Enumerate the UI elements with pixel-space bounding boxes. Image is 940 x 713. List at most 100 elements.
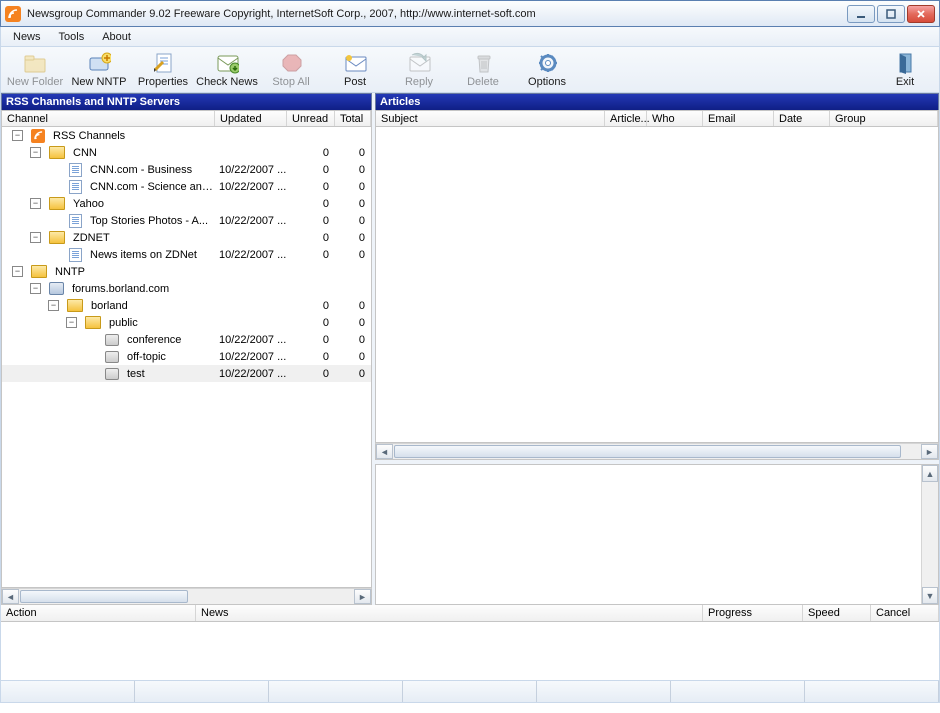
toolbar: New Folder New NNTP Properties Check New… [0,47,940,93]
check-news-icon [215,51,239,75]
tree-item-label: Yahoo [73,198,104,210]
scroll-left-button[interactable]: ◄ [2,589,19,604]
maximize-button[interactable] [877,5,905,23]
articles-list[interactable] [375,127,939,443]
rss-icon [31,129,45,143]
col-date[interactable]: Date [774,111,830,126]
tree-item-label: off-topic [127,351,166,363]
tree-item-unread: 0 [287,215,335,227]
scroll-right-button[interactable]: ► [921,444,938,459]
menu-tools[interactable]: Tools [51,29,93,45]
folder-icon [49,197,65,210]
stop-all-button: Stop All [259,49,323,90]
col-subject[interactable]: Subject [376,111,605,126]
collapse-button[interactable]: − [30,232,41,243]
col-progress[interactable]: Progress [703,605,803,621]
articles-hscroll[interactable]: ◄ ► [375,443,939,460]
check-news-button[interactable]: Check News [195,49,259,90]
new-folder-button: New Folder [3,49,67,90]
titlebar[interactable]: Newsgroup Commander 9.02 Freeware Copyri… [0,0,940,27]
col-total[interactable]: Total [335,111,371,126]
tree-row[interactable]: −public00 [2,314,371,331]
articles-pane: Articles Subject Article... Who Email Da… [375,93,939,605]
minimize-button[interactable] [847,5,875,23]
tree-item-label: conference [127,334,181,346]
tree-item-unread: 0 [287,300,335,312]
menu-about[interactable]: About [94,29,139,45]
collapse-button[interactable]: − [30,198,41,209]
channel-tree[interactable]: − RSS Channels −CNN00CNN.com - Business10/… [1,127,372,588]
collapse-button[interactable]: − [30,147,41,158]
tree-item-label: test [127,368,145,380]
col-cancel[interactable]: Cancel [871,605,939,621]
options-button[interactable]: Options [515,49,579,90]
toolbar-label: Delete [467,76,499,88]
preview-vscroll[interactable]: ▲ ▼ [921,465,938,604]
tree-row[interactable]: − RSS Channels [2,127,371,144]
properties-button[interactable]: Properties [131,49,195,90]
status-cell [403,681,537,702]
tree-row[interactable]: conference10/22/2007 ...00 [2,331,371,348]
tree-row[interactable]: off-topic10/22/2007 ...00 [2,348,371,365]
scroll-up-button[interactable]: ▲ [922,465,938,482]
col-action[interactable]: Action [1,605,196,621]
tree-item-total: 0 [335,334,371,346]
collapse-button[interactable]: − [12,266,23,277]
statusbar [0,681,940,703]
new-nntp-button[interactable]: New NNTP [67,49,131,90]
collapse-button[interactable]: − [30,283,41,294]
status-cell [269,681,403,702]
col-channel[interactable]: Channel [2,111,215,126]
tree-item-label: RSS Channels [53,130,125,142]
stop-icon [279,51,303,75]
status-cell [135,681,269,702]
col-who[interactable]: Who [647,111,703,126]
collapse-button[interactable]: − [66,317,77,328]
col-email[interactable]: Email [703,111,774,126]
col-article[interactable]: Article... [605,111,647,126]
tree-row[interactable]: −Yahoo00 [2,195,371,212]
tree-item-label: CNN.com - Science and... [90,181,215,193]
articles-panel-header: Articles [375,93,939,110]
col-speed[interactable]: Speed [803,605,871,621]
scroll-left-button[interactable]: ◄ [376,444,393,459]
toolbar-label: Post [344,76,366,88]
tree-row[interactable]: News items on ZDNet10/22/2007 ...00 [2,246,371,263]
tree-item-total: 0 [335,249,371,261]
scroll-down-button[interactable]: ▼ [922,587,938,604]
close-button[interactable] [907,5,935,23]
tree-row[interactable]: − forums.borland.com [2,280,371,297]
tree-row[interactable]: CNN.com - Business10/22/2007 ...00 [2,161,371,178]
scroll-right-button[interactable]: ► [354,589,371,604]
tree-item-total: 0 [335,147,371,159]
post-button[interactable]: Post [323,49,387,90]
tree-row[interactable]: −ZDNET00 [2,229,371,246]
col-group[interactable]: Group [830,111,938,126]
collapse-button[interactable]: − [12,130,23,141]
tree-row[interactable]: −NNTP [2,263,371,280]
tree-row[interactable]: −CNN00 [2,144,371,161]
newsgroup-icon [105,368,119,380]
channels-hscroll[interactable]: ◄ ► [1,588,372,605]
channels-pane: RSS Channels and NNTP Servers Channel Up… [1,93,372,605]
tree-item-total: 0 [335,317,371,329]
tree-item-total: 0 [335,232,371,244]
menu-news[interactable]: News [5,29,49,45]
tree-row[interactable]: −borland00 [2,297,371,314]
col-unread[interactable]: Unread [287,111,335,126]
exit-button[interactable]: Exit [873,49,937,90]
collapse-button[interactable]: − [48,300,59,311]
message-preview[interactable]: ▲ ▼ [375,464,939,605]
tree-item-label: forums.borland.com [72,283,169,295]
tree-item-total: 0 [335,351,371,363]
task-list[interactable] [1,622,939,680]
tree-row[interactable]: test10/22/2007 ...00 [2,365,371,382]
tree-row[interactable]: Top Stories Photos - A...10/22/2007 ...0… [2,212,371,229]
page-icon [69,163,82,177]
tree-item-updated: 10/22/2007 ... [215,215,287,227]
toolbar-label: Reply [405,76,433,88]
col-news[interactable]: News [196,605,703,621]
tree-row[interactable]: CNN.com - Science and...10/22/2007 ...00 [2,178,371,195]
col-updated[interactable]: Updated [215,111,287,126]
toolbar-label: Exit [896,76,914,88]
